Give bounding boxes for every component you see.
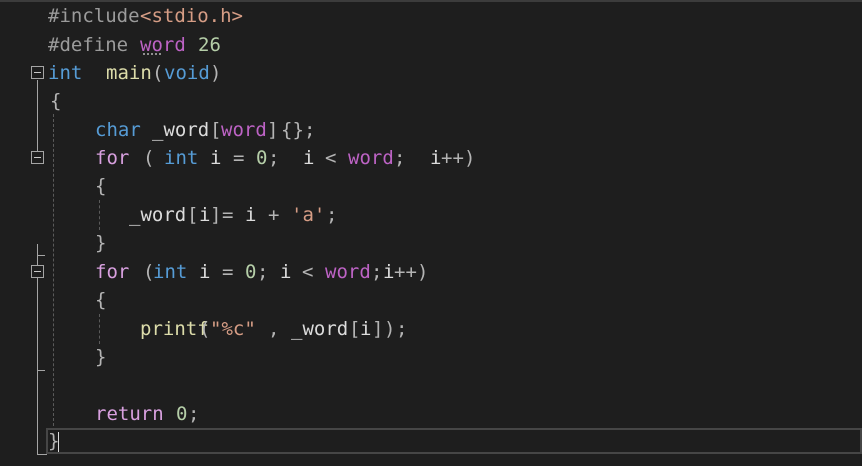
indent-guide-3 [99,314,100,344]
code-line-4: { [0,87,61,115]
token-semicolon: ; [257,261,269,283]
code-line-11: { [0,286,106,314]
token-word: word [325,261,371,283]
code-line-6: for ( int i = 0 ; i < word ; i ++ ) [0,144,475,172]
token-int: int [164,147,199,169]
token-i: i [210,147,222,169]
code-line-8: _word [ i ] = i + 'a' ; [0,201,337,229]
token-word: word [221,119,267,141]
token-brace-open: { [95,175,107,197]
code-line-12: printf ( "%c" , _word [ i ] ) ; [0,315,407,343]
token-rbracket: ] [210,204,222,226]
token-for: for [95,261,130,283]
token-lt: < [325,147,337,169]
token-rbracket: ] [267,119,279,141]
code-line-10: for ( int i = 0 ; i < word ; i ++ ) [0,258,428,286]
token-semicolon: ; [394,147,406,169]
token-lt: < [302,261,314,283]
token-_word: _word [129,204,187,226]
token-semicolon: ; [268,147,280,169]
token-semicolon: ; [371,261,383,283]
token-char-a: 'a' [291,204,326,226]
token-_word: _word [291,318,349,340]
token-rbracket: ] [372,318,384,340]
token-0: 0 [245,261,257,283]
token-rparen: ) [210,62,222,84]
token-semicolon: ; [188,403,200,425]
code-line-1: #include <stdio.h> [0,2,243,30]
token-char: char [95,119,141,141]
token-semicolon: ; [326,204,338,226]
token-word: word [348,147,394,169]
token-semicolon: ; [396,318,408,340]
token-semicolon: ; [304,119,316,141]
token-i: i [280,261,292,283]
token-0: 0 [176,403,188,425]
token-header: <stdio.h> [140,5,243,27]
token-brace-close: } [95,232,107,254]
token-lparen: ( [199,318,211,340]
token-include: #include [48,5,140,27]
token-comma: , [268,318,280,340]
code-line-13: } [0,343,106,371]
token-rparen: ) [417,261,429,283]
code-line-5: char _word [ word ] {} ; [0,116,315,144]
suggestion-dots [143,50,161,55]
token-lbracket: [ [210,119,222,141]
token-lparen: ( [152,62,164,84]
code-line-9: } [0,229,106,257]
token-plus: + [268,204,280,226]
token-int: int [153,261,188,283]
token-i: i [245,204,257,226]
code-line-3: int main ( void ) [0,59,221,87]
token-incr: ++ [394,261,417,283]
token-define: #define [48,34,129,56]
token-i: i [360,318,372,340]
token-eq: = [233,147,245,169]
code-line-2: #define word 26 [0,31,221,59]
code-line-7: { [0,172,106,200]
token-for: for [95,147,130,169]
token-lbracket: [ [349,318,361,340]
token-i: i [199,261,211,283]
token-int: int [48,62,83,84]
token-rparen: ) [384,318,396,340]
token-0: 0 [256,147,268,169]
token-brace-open: { [95,289,107,311]
indent-guide-2 [99,200,100,230]
current-line-highlight [46,428,862,454]
text-caret [58,432,59,452]
token-main: main [106,62,152,84]
token-i: i [303,147,315,169]
token-eq: = [222,204,234,226]
code-line-15: return 0 ; [0,400,199,428]
indent-guide-1 [53,114,54,426]
token-i: i [430,147,442,169]
code-line-16: } [0,427,59,455]
token-lbracket: [ [187,204,199,226]
token-brace-open: { [50,90,62,112]
token-incr: ++ [441,147,464,169]
token-eq: = [222,261,234,283]
token-brace-close: } [95,346,107,368]
token-lparen: ( [143,147,155,169]
token-_word: _word [152,119,210,141]
token-i: i [383,261,395,283]
code-editor[interactable]: #include <stdio.h> #define word 26 int m… [0,0,862,466]
token-braces: {} [281,119,304,141]
token-26: 26 [198,34,221,56]
token-i: i [199,204,211,226]
token-rparen: ) [464,147,476,169]
token-format-string: "%c" [210,318,256,340]
token-return: return [95,403,164,425]
token-void: void [164,62,210,84]
